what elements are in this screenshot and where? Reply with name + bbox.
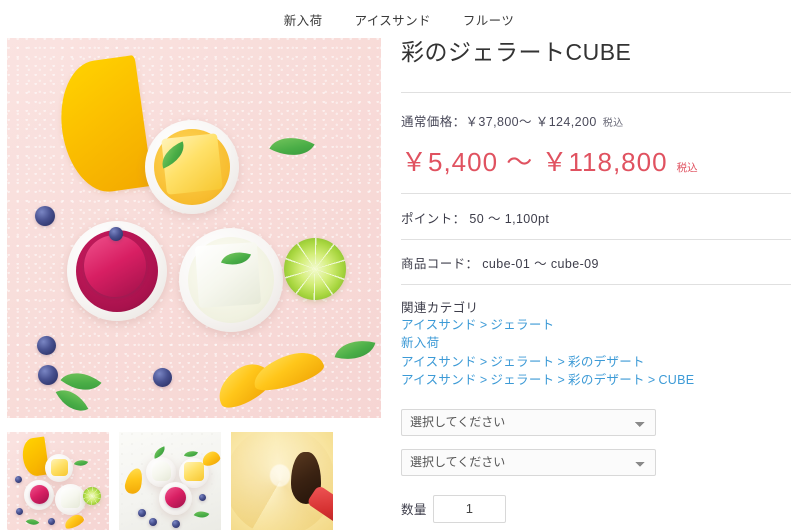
main-product-image[interactable] xyxy=(7,38,381,418)
yellow-gelato-bowl xyxy=(45,454,73,482)
regular-price-row: 通常価格：￥37,800～ ￥124,200 税込 xyxy=(401,111,791,130)
sale-price-value: ￥5,400 ～ ￥118,800 xyxy=(401,146,668,177)
berry-gelato-bowl xyxy=(159,482,192,515)
blueberry xyxy=(153,368,172,387)
top-navigation: 新入荷 アイスサンド フルーツ xyxy=(0,0,798,38)
thumbnail-strip xyxy=(7,432,333,530)
product-gallery xyxy=(7,38,381,530)
blueberry xyxy=(199,494,206,501)
category-link[interactable]: ジェラート xyxy=(490,318,554,332)
blueberry xyxy=(48,518,55,525)
breadcrumb-separator: > xyxy=(557,373,566,388)
blueberry xyxy=(35,206,55,226)
quantity-input[interactable] xyxy=(432,494,506,523)
category-link[interactable]: 彩のデザート xyxy=(568,373,645,387)
blueberry xyxy=(37,336,56,355)
option-select-1[interactable]: 選択してください xyxy=(401,408,656,436)
quantity-label: 数量 xyxy=(401,503,427,518)
category-link[interactable]: 新入荷 xyxy=(401,336,439,350)
lime-half xyxy=(83,487,101,505)
thumbnail-1[interactable] xyxy=(7,432,109,530)
category-link[interactable]: ジェラート xyxy=(490,355,554,369)
sale-price-row: ￥5,400 ～ ￥118,800 税込 xyxy=(401,142,791,179)
regular-price-value: 通常価格：￥37,800～ ￥124,200 xyxy=(401,114,597,129)
points-row: ポイント： 50 ～ 1,100pt xyxy=(401,211,550,226)
sale-price-tax-label: 税込 xyxy=(676,161,698,174)
breadcrumb-separator: > xyxy=(479,317,488,332)
thumbnail-2[interactable] xyxy=(119,432,221,530)
category-breadcrumb-row-3: アイスサンド > ジェラート > 彩のデザート xyxy=(401,353,791,372)
quantity-row: 数量 xyxy=(401,494,791,523)
option-select-2[interactable]: 選択してください xyxy=(401,448,656,476)
category-breadcrumb-row-2: 新入荷 xyxy=(401,334,791,353)
regular-price-tax-label: 税込 xyxy=(602,117,624,129)
white-gelato-bowl xyxy=(55,484,86,515)
category-link[interactable]: CUBE xyxy=(658,373,694,387)
white-gelato-bowl xyxy=(179,228,283,332)
category-breadcrumb-row-1: アイスサンド > ジェラート xyxy=(401,316,791,335)
related-categories-heading: 関連カテゴリ xyxy=(401,300,479,315)
berry-gelato-bowl xyxy=(67,221,167,321)
breadcrumb-separator: > xyxy=(479,354,488,369)
product-code-row: 商品コード： cube-01 ～ cube-09 xyxy=(401,256,599,271)
nav-item-new-arrivals[interactable]: 新入荷 xyxy=(284,10,323,29)
berry-gelato-bowl xyxy=(24,480,54,510)
yellow-gelato-bowl xyxy=(145,120,239,214)
related-categories: 関連カテゴリ アイスサンド > ジェラート 新入荷 アイスサンド > ジェラート > 彩のデ… xyxy=(401,297,791,390)
category-breadcrumb-row-4: アイスサンド > ジェラート > 彩のデザート > CUBE xyxy=(401,371,791,390)
category-link[interactable]: アイスサンド xyxy=(401,355,477,369)
category-link[interactable]: 彩のデザート xyxy=(568,355,645,369)
blueberry xyxy=(15,476,22,483)
breadcrumb-separator: > xyxy=(479,373,488,388)
breadcrumb-separator: > xyxy=(557,354,566,369)
blueberry xyxy=(16,508,23,515)
lime-half xyxy=(284,238,346,300)
page-title: 彩のジェラートCUBE xyxy=(401,39,632,65)
category-link[interactable]: アイスサンド xyxy=(401,318,477,332)
blueberry xyxy=(138,509,146,517)
blueberry xyxy=(38,365,58,385)
thumbnail-3[interactable] xyxy=(231,432,333,530)
breadcrumb-separator: > xyxy=(647,373,656,388)
product-page: 新入荷 アイスサンド フルーツ 彩のジェラートCUBE 通常価格：￥37,800… xyxy=(0,0,798,530)
blueberry xyxy=(149,518,157,526)
blueberry xyxy=(172,520,180,528)
category-link[interactable]: アイスサンド xyxy=(401,373,477,387)
category-link[interactable]: ジェラート xyxy=(490,373,554,387)
nav-item-fruits[interactable]: フルーツ xyxy=(463,10,514,29)
product-detail-panel: 彩のジェラートCUBE 通常価格：￥37,800～ ￥124,200 税込 ￥5,… xyxy=(401,38,791,530)
nav-item-ice-sandwich[interactable]: アイスサンド xyxy=(354,10,430,29)
